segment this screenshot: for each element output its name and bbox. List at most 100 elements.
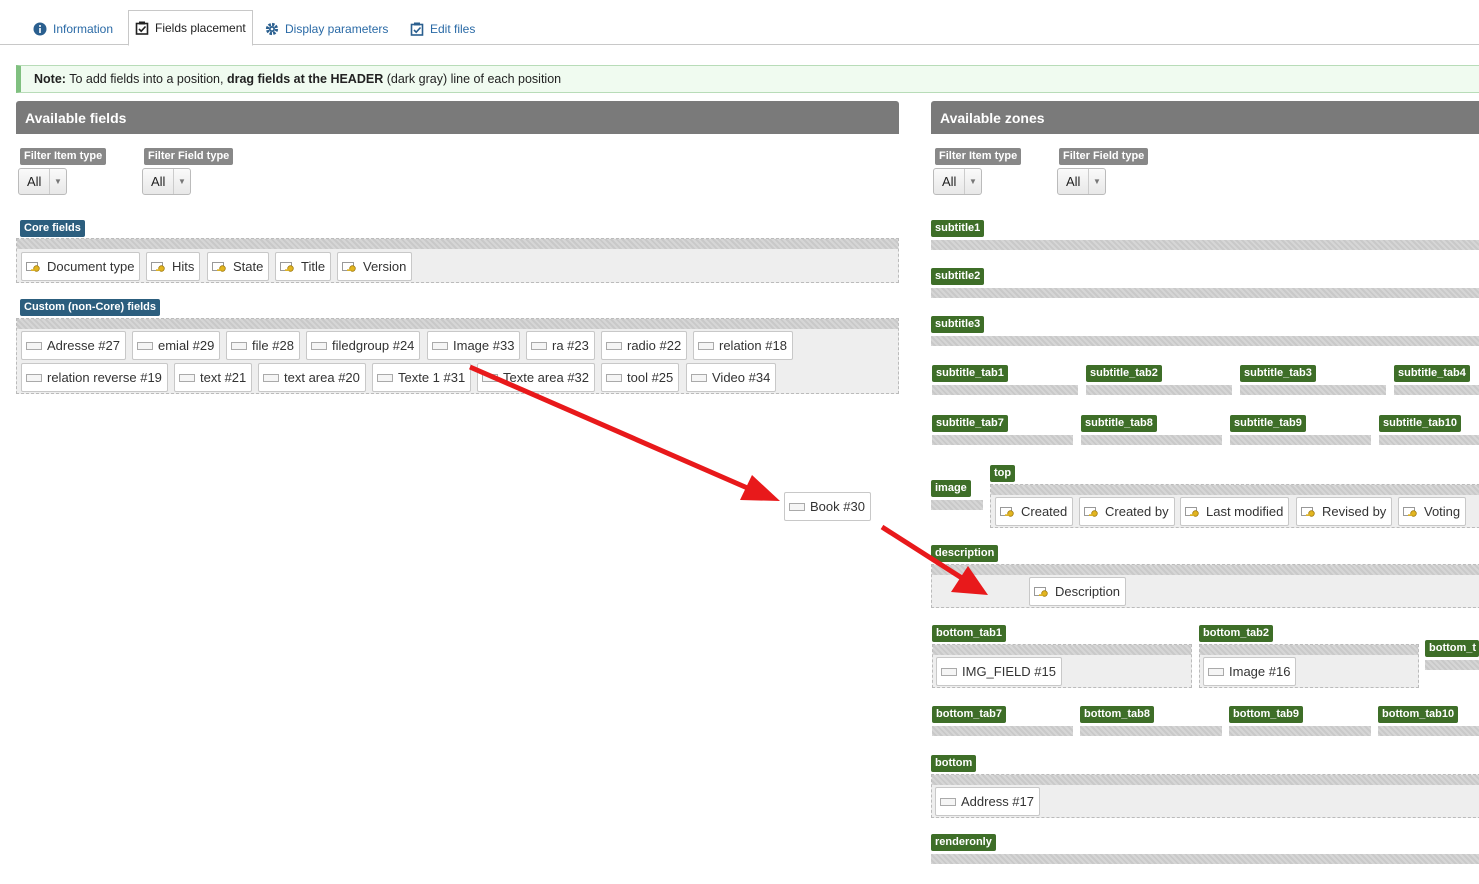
select-value: All bbox=[27, 174, 42, 189]
zone-bottom-drop[interactable] bbox=[932, 775, 1479, 785]
zone-bottom-tab3-drop[interactable] bbox=[1425, 660, 1479, 670]
key-icon bbox=[26, 261, 40, 272]
field-label: ra #23 bbox=[552, 338, 589, 353]
field-chip-img-field[interactable]: IMG_FIELD #15 bbox=[936, 657, 1062, 686]
core-field-chip-4[interactable]: Version bbox=[337, 252, 413, 281]
zone-image-drop[interactable] bbox=[931, 500, 983, 510]
field-icon bbox=[941, 667, 957, 676]
zone-subtitle-tab7-label: subtitle_tab7 bbox=[932, 415, 1008, 432]
zone-bottom-tab7-label: bottom_tab7 bbox=[932, 706, 1006, 723]
zone-description-group bbox=[931, 564, 1479, 608]
zone-bottom-tab10-drop[interactable] bbox=[1378, 726, 1479, 736]
zone-subtitle-tab7-drop[interactable] bbox=[932, 435, 1073, 445]
custom-field-chip-r2-1[interactable]: text #21 bbox=[174, 363, 253, 392]
field-icon bbox=[311, 341, 327, 350]
field-label: Created by bbox=[1105, 504, 1169, 519]
field-icon bbox=[606, 373, 622, 382]
tab-display-parameters[interactable]: Display parameters bbox=[259, 12, 394, 45]
zones-filter-item-type-select[interactable]: All ▼ bbox=[933, 168, 982, 195]
custom-field-chip-r1-6[interactable]: radio #22 bbox=[601, 331, 688, 360]
custom-field-chip-r1-5[interactable]: ra #23 bbox=[526, 331, 595, 360]
zone-subtitle-tab2-drop[interactable] bbox=[1086, 385, 1232, 395]
top-field-chip-2[interactable]: Last modified bbox=[1180, 497, 1290, 526]
filter-item-type-select[interactable]: All ▼ bbox=[18, 168, 67, 195]
field-label: relation reverse #19 bbox=[47, 370, 162, 385]
field-label: Title bbox=[301, 259, 326, 274]
core-field-chip-2[interactable]: State bbox=[207, 252, 270, 281]
custom-field-chip-r2-2[interactable]: text area #20 bbox=[258, 363, 366, 392]
core-fields-label: Core fields bbox=[20, 220, 85, 237]
zone-bottom-tab7-drop[interactable] bbox=[932, 726, 1073, 736]
field-label: State bbox=[233, 259, 264, 274]
field-icon bbox=[531, 341, 547, 350]
custom-field-chip-r2-6[interactable]: Video #34 bbox=[686, 363, 777, 392]
chevron-down-icon: ▼ bbox=[964, 169, 981, 194]
chevron-down-icon: ▼ bbox=[49, 169, 66, 194]
custom-field-chip-r1-3[interactable]: filedgroup #24 bbox=[306, 331, 421, 360]
custom-field-chip-r2-3[interactable]: Texte 1 #31 bbox=[372, 363, 472, 392]
zone-subtitle3-drop[interactable] bbox=[931, 336, 1479, 346]
top-field-chip-0[interactable]: Created bbox=[995, 497, 1074, 526]
custom-field-chip-r1-4[interactable]: Image #33 bbox=[427, 331, 521, 360]
zone-top-drop[interactable] bbox=[991, 485, 1479, 495]
zone-subtitle-tab4-drop[interactable] bbox=[1394, 385, 1479, 395]
core-field-chip-1[interactable]: Hits bbox=[146, 252, 201, 281]
custom-field-chip-r1-7[interactable]: relation #18 bbox=[693, 331, 793, 360]
field-icon bbox=[789, 502, 805, 511]
zone-subtitle-tab8-drop[interactable] bbox=[1081, 435, 1222, 445]
field-label: Video #34 bbox=[712, 370, 771, 385]
field-chip-address[interactable]: Address #17 bbox=[935, 787, 1040, 816]
zone-subtitle2-drop[interactable] bbox=[931, 288, 1479, 298]
zone-bottom-tab8-drop[interactable] bbox=[1080, 726, 1222, 736]
tab-information[interactable]: Information bbox=[27, 12, 119, 45]
chevron-down-icon: ▼ bbox=[1088, 169, 1105, 194]
zone-subtitle3-label: subtitle3 bbox=[931, 316, 985, 333]
zone-description-drop[interactable] bbox=[932, 565, 1479, 575]
field-icon bbox=[698, 341, 714, 350]
core-field-chip-0[interactable]: Document type bbox=[21, 252, 141, 281]
custom-field-chip-r2-0[interactable]: relation reverse #19 bbox=[21, 363, 168, 392]
chevron-down-icon: ▼ bbox=[173, 169, 190, 194]
dragged-field-book[interactable]: Book #30 bbox=[784, 492, 871, 521]
field-label: Image #33 bbox=[453, 338, 515, 353]
field-icon bbox=[26, 373, 42, 382]
custom-field-chip-r2-5[interactable]: tool #25 bbox=[601, 363, 680, 392]
field-icon bbox=[231, 341, 247, 350]
core-field-chip-3[interactable]: Title bbox=[275, 252, 332, 281]
field-chip-image16[interactable]: Image #16 bbox=[1203, 657, 1297, 686]
zone-subtitle-tab3-drop[interactable] bbox=[1240, 385, 1386, 395]
zone-subtitle-tab1-drop[interactable] bbox=[932, 385, 1078, 395]
custom-field-chip-r1-1[interactable]: emial #29 bbox=[132, 331, 221, 360]
zone-subtitle1-drop[interactable] bbox=[931, 240, 1479, 250]
custom-field-chip-r1-2[interactable]: file #28 bbox=[226, 331, 300, 360]
zone-bottom-tab2-drop[interactable] bbox=[1200, 645, 1418, 655]
tab-edit-files[interactable]: Edit files bbox=[404, 12, 481, 45]
field-chip-description[interactable]: Description bbox=[1029, 577, 1127, 606]
zone-subtitle-tab9-drop[interactable] bbox=[1230, 435, 1371, 445]
field-icon bbox=[432, 341, 448, 350]
zone-bottom-tab8-label: bottom_tab8 bbox=[1080, 706, 1154, 723]
tab-label: Fields placement bbox=[155, 21, 246, 35]
zone-subtitle-tab10-label: subtitle_tab10 bbox=[1379, 415, 1461, 432]
field-label: Revised by bbox=[1322, 504, 1387, 519]
zone-bottom-tab2-label: bottom_tab2 bbox=[1199, 625, 1273, 642]
field-label: Version bbox=[363, 259, 407, 274]
field-label: Texte 1 #31 bbox=[398, 370, 466, 385]
zones-filter-field-type-select[interactable]: All ▼ bbox=[1057, 168, 1106, 195]
zone-renderonly-drop[interactable] bbox=[931, 854, 1479, 864]
custom-field-chip-r1-0[interactable]: Adresse #27 bbox=[21, 331, 126, 360]
zone-subtitle-tab9-label: subtitle_tab9 bbox=[1230, 415, 1306, 432]
tab-fields-placement[interactable]: Fields placement bbox=[128, 10, 253, 46]
field-label: file #28 bbox=[252, 338, 294, 353]
zone-subtitle-tab10-drop[interactable] bbox=[1379, 435, 1479, 445]
top-field-chip-1[interactable]: Created by bbox=[1079, 497, 1175, 526]
custom-field-chip-r2-4[interactable]: Texte area #32 bbox=[477, 363, 596, 392]
key-icon bbox=[212, 261, 226, 272]
zone-bottom-tab1-drop[interactable] bbox=[933, 645, 1191, 655]
top-field-chip-4[interactable]: Voting bbox=[1398, 497, 1467, 526]
field-icon bbox=[691, 373, 707, 382]
zone-bottom-tab9-drop[interactable] bbox=[1229, 726, 1371, 736]
filter-field-type-select[interactable]: All ▼ bbox=[142, 168, 191, 195]
zone-bottom-tab10-label: bottom_tab10 bbox=[1378, 706, 1459, 723]
top-field-chip-3[interactable]: Revised by bbox=[1296, 497, 1393, 526]
